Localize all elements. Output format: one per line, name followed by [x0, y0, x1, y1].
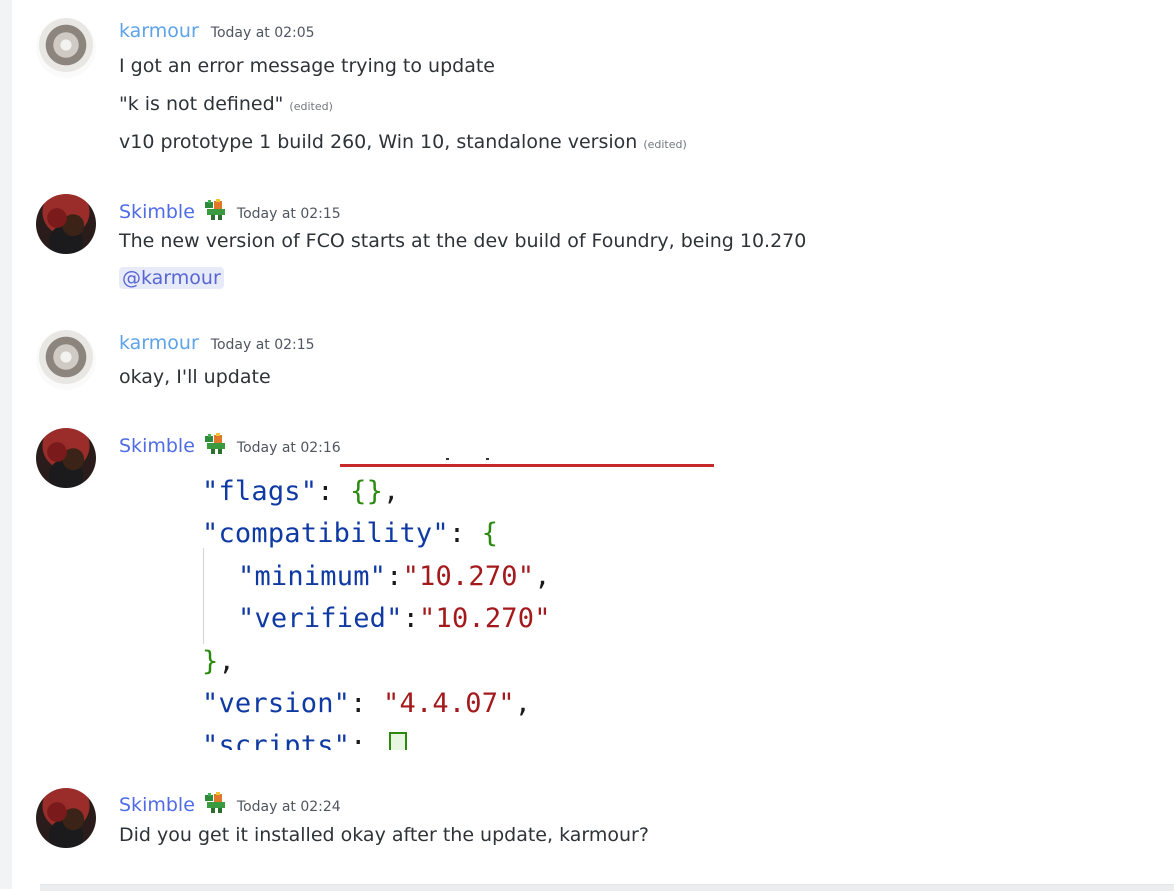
- code-line: "version": "4.4.07",: [202, 688, 532, 719]
- code-line: },: [202, 646, 235, 677]
- edited-label: (edited): [643, 138, 687, 151]
- code-key: "flags": [202, 476, 318, 507]
- message-line: Did you get it installed okay after the …: [119, 824, 649, 846]
- message-line: okay, I'll update: [119, 366, 271, 388]
- timestamp[interactable]: Today at 02:24: [237, 799, 341, 815]
- avatar[interactable]: [36, 788, 96, 848]
- image-attachment[interactable]: "flags": {}, "compatibility": { "minimum…: [166, 458, 726, 750]
- code-key: "minimum": [238, 561, 387, 592]
- code-key: "version": [202, 688, 351, 719]
- message-text: Did you get it installed okay after the …: [119, 824, 649, 846]
- code-value: "10.270": [402, 561, 535, 592]
- message-line: v10 prototype 1 build 260, Win 10, stand…: [119, 131, 638, 153]
- message-header: karmour Today at 02:05: [119, 20, 315, 42]
- username[interactable]: karmour: [119, 332, 199, 354]
- message-line: "k is not defined": [119, 93, 284, 115]
- role-badge-icon[interactable]: [203, 433, 229, 455]
- message-header: Skimble Today at 02:24: [119, 789, 341, 816]
- avatar[interactable]: [36, 194, 96, 254]
- message-header: karmour Today at 02:15: [119, 332, 315, 354]
- left-gutter: [0, 0, 12, 889]
- role-badge-icon[interactable]: [203, 792, 229, 814]
- username[interactable]: Skimble: [119, 794, 195, 816]
- username[interactable]: Skimble: [119, 201, 195, 223]
- message-text: The new version of FCO starts at the dev…: [119, 230, 806, 252]
- code-line: "scripts":: [202, 730, 408, 750]
- code-value: {}: [350, 476, 384, 507]
- user-mention[interactable]: @karmour: [119, 267, 224, 289]
- code-key: "scripts": [202, 730, 351, 750]
- code-line: "minimum":"10.270",: [238, 561, 551, 592]
- message-header: Skimble Today at 02:16: [119, 430, 341, 457]
- message-text: "k is not defined" (edited): [119, 93, 333, 115]
- role-badge-icon[interactable]: [203, 199, 229, 221]
- code-key: "verified": [238, 603, 403, 634]
- bracket-cursor-icon: [389, 732, 408, 750]
- edited-label: (edited): [289, 100, 333, 113]
- timestamp[interactable]: Today at 02:15: [237, 206, 341, 222]
- username[interactable]: karmour: [119, 20, 199, 42]
- timestamp[interactable]: Today at 02:15: [211, 337, 315, 353]
- code-line: "compatibility": {: [202, 518, 499, 549]
- message-text: v10 prototype 1 build 260, Win 10, stand…: [119, 131, 687, 153]
- timestamp[interactable]: Today at 02:05: [211, 25, 315, 41]
- code-line: "flags": {},: [202, 476, 400, 507]
- code-line: "verified":"10.270": [238, 603, 551, 634]
- code-value: "10.270": [419, 603, 551, 634]
- message-text: I got an error message trying to update: [119, 55, 495, 77]
- red-underline-mark: [340, 464, 714, 467]
- code-value: "4.4.07": [383, 688, 515, 719]
- message-line: I got an error message trying to update: [119, 55, 495, 77]
- code-key: "compatibility": [202, 518, 449, 549]
- message-line: The new version of FCO starts at the dev…: [119, 230, 807, 252]
- avatar[interactable]: [36, 428, 96, 488]
- indent-guide: [203, 548, 204, 644]
- message-text: okay, I'll update: [119, 366, 271, 388]
- timestamp[interactable]: Today at 02:16: [237, 440, 341, 456]
- avatar[interactable]: [36, 18, 96, 78]
- message-input-edge[interactable]: [40, 884, 1174, 891]
- message-header: Skimble Today at 02:15: [119, 196, 341, 223]
- cropped-text-fragment: [446, 458, 489, 460]
- avatar[interactable]: [36, 330, 96, 390]
- username[interactable]: Skimble: [119, 435, 195, 457]
